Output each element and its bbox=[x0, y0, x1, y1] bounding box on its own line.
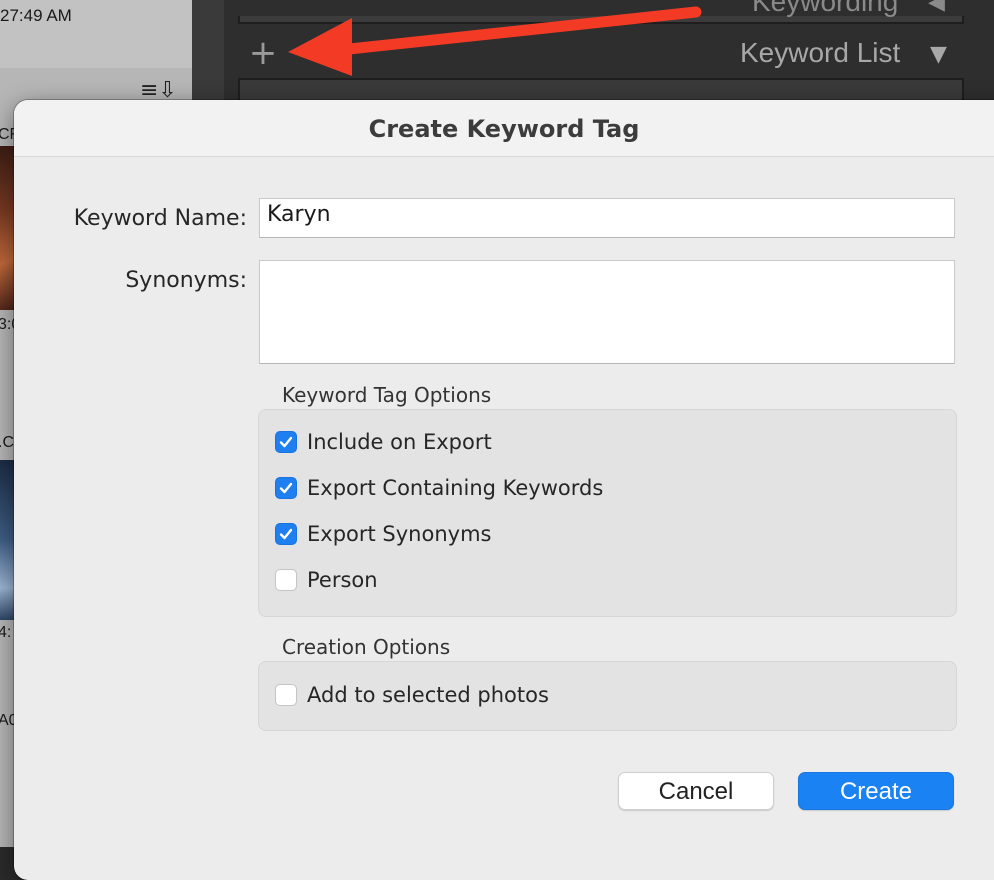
add-to-selected-photos-label: Add to selected photos bbox=[307, 683, 549, 707]
cancel-button[interactable]: Cancel bbox=[618, 772, 774, 810]
keyword-name-label: Keyword Name: bbox=[73, 206, 247, 231]
keyword-tag-options-title: Keyword Tag Options bbox=[282, 383, 492, 407]
person-option[interactable]: Person bbox=[275, 566, 378, 594]
include-on-export-label: Include on Export bbox=[307, 430, 492, 454]
export-containing-keywords-option[interactable]: Export Containing Keywords bbox=[275, 474, 603, 502]
photo-thumbnail[interactable] bbox=[0, 146, 14, 310]
dialog-header: Create Keyword Tag bbox=[14, 100, 994, 157]
checkbox-checked-icon[interactable] bbox=[275, 477, 297, 499]
creation-options-title: Creation Options bbox=[282, 635, 451, 659]
cell-label: 4: bbox=[0, 624, 12, 641]
create-keyword-tag-dialog: Create Keyword Tag Keyword Name: Karyn S… bbox=[14, 100, 994, 880]
export-synonyms-label: Export Synonyms bbox=[307, 522, 492, 546]
checkbox-unchecked-icon[interactable] bbox=[275, 569, 297, 591]
checkbox-checked-icon[interactable] bbox=[275, 431, 297, 453]
create-button[interactable]: Create bbox=[798, 772, 954, 810]
person-label: Person bbox=[307, 568, 378, 592]
checkbox-unchecked-icon[interactable] bbox=[275, 684, 297, 706]
checkbox-checked-icon[interactable] bbox=[275, 523, 297, 545]
keyword-name-field[interactable]: Karyn bbox=[259, 198, 955, 238]
creation-options-group: Add to selected photos bbox=[258, 661, 957, 731]
include-on-export-option[interactable]: Include on Export bbox=[275, 428, 492, 456]
export-containing-keywords-label: Export Containing Keywords bbox=[307, 476, 604, 500]
export-synonyms-option[interactable]: Export Synonyms bbox=[275, 520, 491, 548]
synonyms-field[interactable] bbox=[259, 260, 955, 364]
keyword-tag-options-group: Include on Export Export Containing Keyw… bbox=[258, 409, 957, 617]
cell-label: .C bbox=[0, 434, 14, 451]
synonyms-label: Synonyms: bbox=[125, 268, 247, 293]
add-to-selected-photos-option[interactable]: Add to selected photos bbox=[275, 681, 549, 709]
photo-thumbnail[interactable] bbox=[0, 460, 14, 620]
dialog-title: Create Keyword Tag bbox=[368, 115, 640, 143]
